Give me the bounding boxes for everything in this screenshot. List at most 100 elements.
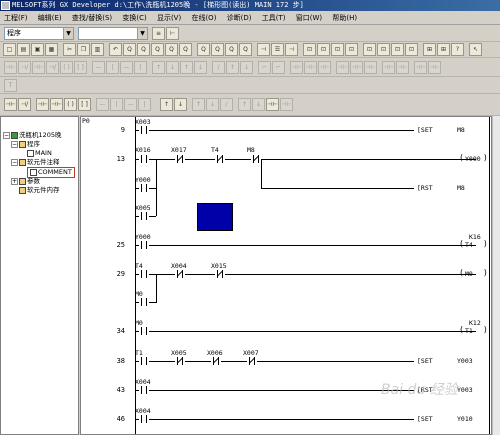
hline-icon[interactable]: — — [92, 61, 105, 74]
fall-or-icon[interactable]: ↓ — [206, 98, 219, 111]
edit-cursor[interactable] — [197, 203, 233, 231]
comment-icon[interactable]: ⊣ — [285, 43, 298, 56]
f9-hline-icon[interactable]: — — [96, 98, 109, 111]
menu-diagnostics[interactable]: 诊断(D) — [223, 11, 256, 25]
copy-icon[interactable]: ❐ — [77, 43, 90, 56]
or-nc-icon[interactable]: ⊣/⊢ — [46, 61, 59, 74]
list-view-icon[interactable]: ☰ — [271, 43, 284, 56]
tree-icon[interactable]: ⊢ — [166, 27, 179, 40]
tree-memory[interactable]: 软元件内存 — [19, 186, 60, 195]
read-icon[interactable]: ⊡ — [317, 43, 330, 56]
symbol-h-icon[interactable]: ⊣⊢ — [396, 61, 409, 74]
contact-no[interactable] — [139, 241, 149, 249]
contact-nc[interactable] — [211, 357, 221, 365]
save-icon[interactable]: ▣ — [31, 43, 44, 56]
step-icon[interactable]: ⊡ — [391, 43, 404, 56]
device-test-icon[interactable]: ⊡ — [405, 43, 418, 56]
compare-icon[interactable]: ⊡ — [331, 43, 344, 56]
print-icon[interactable]: ▦ — [45, 43, 58, 56]
contact-no[interactable] — [139, 415, 149, 423]
help-pointer-icon[interactable]: ↖ — [469, 43, 482, 56]
tree-root[interactable]: − 洗瓶机1205晚 — [3, 131, 62, 140]
list-icon[interactable]: ≡ — [152, 27, 165, 40]
contact-no[interactable] — [139, 212, 149, 220]
write-icon[interactable]: ⊡ — [303, 43, 316, 56]
symbol-j-icon[interactable]: ⊣⊢ — [428, 61, 441, 74]
menu-help[interactable]: 帮助(H) — [328, 11, 361, 25]
contact-no[interactable] — [139, 298, 149, 306]
rising-or-icon[interactable]: ↑ — [180, 61, 193, 74]
rising-edge-icon[interactable]: ↑ — [152, 61, 165, 74]
cf10-icon[interactable]: | — [138, 98, 151, 111]
ladder-sym-icon[interactable]: ⊣⊢ — [266, 98, 279, 111]
contact-no[interactable] — [139, 270, 149, 278]
collapse-icon[interactable]: − — [11, 158, 18, 166]
tree-main[interactable]: MAIN — [27, 149, 52, 158]
tree-param[interactable]: + 参数 — [11, 177, 40, 186]
collapse-icon[interactable]: − — [11, 140, 18, 148]
contact-no[interactable] — [139, 155, 149, 163]
f8-instr-icon[interactable]: [ ] — [78, 98, 91, 111]
result-fall-icon[interactable]: ↓ — [240, 61, 253, 74]
sf5-contact-icon[interactable]: ⊣⊢ — [36, 98, 49, 111]
symbol-g-icon[interactable]: ⊣⊢ — [382, 61, 395, 74]
contact-no[interactable] — [139, 327, 149, 335]
collapse-icon[interactable]: − — [3, 131, 10, 139]
menu-tools[interactable]: 工具(T) — [258, 11, 290, 25]
contact-nc[interactable] — [215, 270, 225, 278]
op-invert-icon[interactable]: / — [220, 98, 233, 111]
contact-nc[interactable] — [175, 357, 185, 365]
symbol-d-icon[interactable]: ⊣⊢ — [336, 61, 349, 74]
rise-or-icon[interactable]: ↑ — [192, 98, 205, 111]
line-delete-icon[interactable]: ⌐ — [272, 61, 285, 74]
tree-program[interactable]: − 程序 — [11, 140, 40, 149]
sf9-vline-icon[interactable]: | — [110, 98, 123, 111]
f6-contact-icon[interactable]: ⊣/⊢ — [18, 98, 31, 111]
monitor-icon[interactable]: Q — [239, 43, 252, 56]
f5-contact-icon[interactable]: ⊣⊢ — [4, 98, 17, 111]
contact-nc[interactable] — [251, 155, 261, 163]
undo-icon[interactable]: ↶ — [109, 43, 122, 56]
contact-no[interactable] — [139, 184, 149, 192]
line-draw-icon[interactable]: ⌐ — [258, 61, 271, 74]
contact-no[interactable] — [139, 357, 149, 365]
fall-contact-icon[interactable]: ↓ — [174, 98, 187, 111]
ladder-sym2-icon[interactable]: ⊣⊢ — [280, 98, 293, 111]
contact-no[interactable] — [139, 126, 149, 134]
falling-edge-icon[interactable]: ↓ — [166, 61, 179, 74]
contact-nc[interactable] — [175, 155, 185, 163]
program-name-combo[interactable]: ▼ — [78, 27, 148, 40]
mode-icon[interactable]: T — [4, 79, 17, 92]
coil-icon[interactable]: ( ) — [60, 61, 73, 74]
paste-icon[interactable]: ▥ — [91, 43, 104, 56]
menu-convert[interactable]: 变换(C) — [118, 11, 150, 25]
f7-coil-icon[interactable]: ( ) — [64, 98, 77, 111]
zoom-icon[interactable]: Q — [197, 43, 210, 56]
vertical-scrollbar[interactable] — [492, 116, 500, 435]
help-icon[interactable]: ? — [451, 43, 464, 56]
symbol-f-icon[interactable]: ⊣⊢ — [364, 61, 377, 74]
monitor-stop-icon[interactable]: ⊡ — [377, 43, 390, 56]
find-instruction-icon[interactable]: Q — [151, 43, 164, 56]
find-icon[interactable]: Q — [123, 43, 136, 56]
tree-comment-folder[interactable]: − 软元件注释 — [11, 158, 60, 167]
monitor-start-icon[interactable]: ⊡ — [363, 43, 376, 56]
ladder-editor[interactable]: P0 9 X003 [SET M8 13 X016 X017 T4 M8 ( Y… — [80, 116, 492, 435]
contact-no[interactable] — [139, 386, 149, 394]
find-device-icon[interactable]: Q — [137, 43, 150, 56]
open-icon[interactable]: ▤ — [17, 43, 30, 56]
contact-nc[interactable] — [215, 155, 225, 163]
op-fall-icon[interactable]: ↓ — [252, 98, 265, 111]
menu-edit[interactable]: 编辑(E) — [34, 11, 66, 25]
sf6-contact-icon[interactable]: ⊣⊢ — [50, 98, 63, 111]
menu-online[interactable]: 在线(O) — [187, 11, 220, 25]
result-rise-icon[interactable]: ↑ — [226, 61, 239, 74]
falling-or-icon[interactable]: ↓ — [194, 61, 207, 74]
rise-contact-icon[interactable]: ↑ — [160, 98, 173, 111]
contact-nc[interactable] — [247, 357, 257, 365]
menu-find-replace[interactable]: 查找/替换(S) — [68, 11, 116, 25]
invert-icon[interactable]: / — [212, 61, 225, 74]
menu-view[interactable]: 显示(V) — [153, 11, 185, 25]
transfer-icon[interactable]: ⊡ — [345, 43, 358, 56]
ladder-view-icon[interactable]: ⊣ — [257, 43, 270, 56]
